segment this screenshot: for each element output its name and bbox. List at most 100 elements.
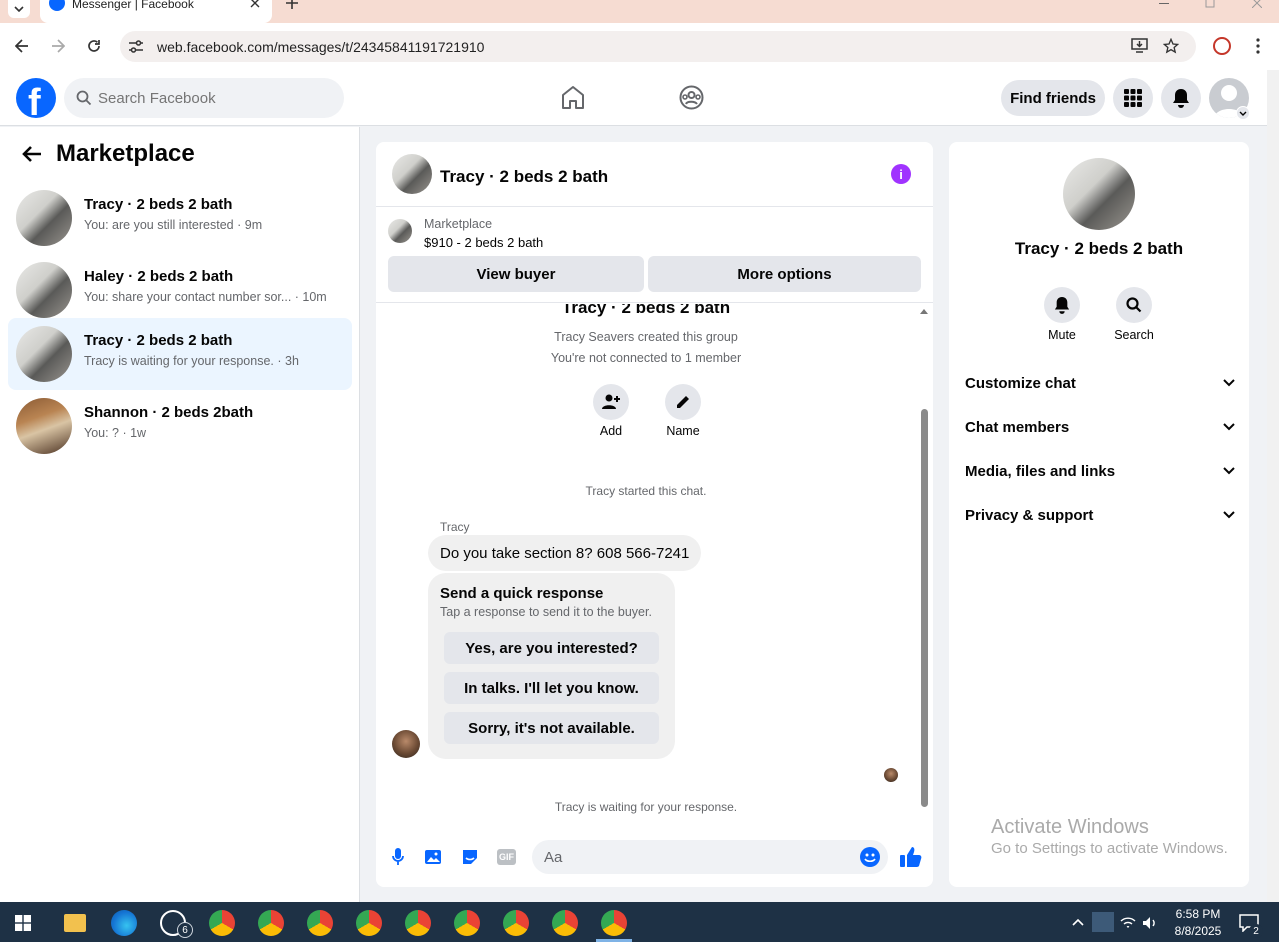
browser-menu-icon[interactable] [1256, 38, 1260, 54]
section-chat-members[interactable]: Chat members [965, 419, 1235, 443]
search-input[interactable] [98, 86, 328, 110]
whatsapp-badge: 6 [177, 922, 193, 938]
section-label: Media, files and links [965, 463, 1116, 480]
sender-avatar[interactable] [392, 730, 420, 758]
more-options-button[interactable]: More options [648, 256, 921, 292]
windows-watermark-subtitle: Go to Settings to activate Windows. [991, 840, 1228, 857]
facebook-favicon-icon [49, 0, 65, 11]
menu-button[interactable] [1113, 78, 1153, 118]
name-label: Name [666, 424, 700, 438]
quick-reply-button[interactable]: Yes, are you interested? [444, 632, 659, 664]
bell-icon [1054, 297, 1070, 314]
info-icon[interactable]: i [891, 164, 911, 184]
group-title: Tracy · 2 beds 2 bath [561, 304, 731, 317]
listing-source: Marketplace [424, 217, 493, 231]
edge-icon[interactable] [111, 910, 137, 936]
message-thread: Tracy · 2 beds 2 bath Tracy Seavers crea… [376, 304, 933, 816]
new-tab-icon[interactable] [286, 0, 298, 9]
facebook-logo-icon[interactable]: f [16, 78, 56, 118]
conversation-item[interactable]: Shannon · 2 beds 2bath You: ? · 1w [8, 390, 352, 462]
section-privacy-support[interactable]: Privacy & support [965, 507, 1235, 531]
tab-list-button[interactable] [8, 0, 30, 18]
active-tab[interactable]: Messenger | Facebook [40, 0, 272, 23]
section-media-files-links[interactable]: Media, files and links [965, 463, 1235, 487]
bell-icon [1173, 89, 1189, 108]
mute-button[interactable] [1044, 287, 1080, 323]
chrome-profile-icon[interactable] [405, 910, 431, 936]
reload-icon[interactable] [87, 39, 101, 53]
chat-title[interactable]: Tracy · 2 beds 2 bath [440, 167, 608, 187]
conversation-item-selected[interactable]: Tracy · 2 beds 2 bath Tracy is waiting f… [8, 318, 352, 390]
windows-start-icon[interactable] [15, 915, 31, 931]
pen-tray-icon[interactable] [1092, 912, 1114, 932]
scrollbar-thumb[interactable] [921, 409, 928, 807]
restore-icon[interactable] [1205, 0, 1215, 8]
chrome-profile-icon[interactable] [552, 910, 578, 936]
conversation-name: Tracy · 2 beds 2 bath [84, 196, 233, 213]
chrome-profile-icon[interactable] [503, 910, 529, 936]
groups-icon[interactable] [679, 85, 704, 110]
chrome-profile-icon[interactable] [307, 910, 333, 936]
section-label: Chat members [965, 419, 1070, 436]
network-icon[interactable] [1120, 916, 1136, 930]
thread-scrollbar[interactable] [918, 304, 930, 814]
minimize-icon[interactable] [1159, 3, 1169, 5]
close-tab-icon[interactable] [250, 0, 260, 8]
chrome-profile-icon[interactable] [258, 910, 284, 936]
forward-arrow-icon[interactable] [51, 39, 65, 53]
install-app-icon[interactable] [1131, 38, 1148, 53]
info-avatar[interactable] [1063, 158, 1135, 230]
search-conversation-button[interactable] [1116, 287, 1152, 323]
quick-response-title: Send a quick response [440, 585, 604, 602]
browser-toolbar: web.facebook.com/messages/t/243458411917… [0, 23, 1279, 70]
chrome-profile-icon[interactable] [454, 910, 480, 936]
clock-time[interactable]: 6:58 PM [1162, 907, 1234, 921]
clock-date[interactable]: 8/8/2025 [1162, 924, 1234, 938]
conversation-item[interactable]: Tracy · 2 beds 2 bath You: are you still… [8, 182, 352, 254]
address-bar[interactable]: web.facebook.com/messages/t/243458411917… [120, 31, 1196, 62]
emoji-icon[interactable] [860, 847, 880, 867]
listing-detail[interactable]: $910 - 2 beds 2 bath [424, 235, 543, 250]
chat-started-text: Tracy started this chat. [585, 484, 707, 498]
account-chevron-icon[interactable] [1236, 106, 1250, 120]
chrome-profile-icon[interactable] [356, 910, 382, 936]
chrome-icon[interactable] [209, 910, 235, 936]
close-window-icon[interactable] [1252, 0, 1262, 8]
photo-icon[interactable] [425, 848, 443, 866]
gif-icon[interactable]: GIF [497, 849, 516, 865]
bookmark-star-icon[interactable] [1163, 38, 1179, 54]
message-bubble[interactable]: Do you take section 8? 608 566-7241 [428, 535, 702, 571]
quick-reply-button[interactable]: Sorry, it's not available. [444, 712, 659, 744]
listing-banner: Marketplace $910 - 2 beds 2 bath View bu… [376, 207, 933, 303]
chevron-down-icon [1223, 423, 1235, 431]
file-explorer-icon[interactable] [64, 914, 86, 932]
notifications-button[interactable] [1161, 78, 1201, 118]
find-friends-button[interactable]: Find friends [1001, 80, 1105, 116]
sticker-icon[interactable] [461, 848, 479, 866]
listing-thumbnail [16, 262, 72, 318]
quick-reply-button[interactable]: In talks. I'll let you know. [444, 672, 659, 704]
chat-avatar[interactable] [392, 154, 432, 194]
search-box[interactable] [64, 78, 344, 118]
section-customize-chat[interactable]: Customize chat [965, 375, 1235, 399]
back-arrow-icon[interactable] [15, 39, 29, 53]
windows-taskbar: 6 6:58 PM 8/8/2025 2 [0, 902, 1279, 942]
home-icon[interactable] [561, 85, 585, 110]
search-icon [1126, 297, 1142, 313]
thumbs-up-icon[interactable] [900, 846, 922, 868]
add-member-button[interactable] [593, 384, 629, 420]
listing-thumbnail [16, 326, 72, 382]
chrome-active-icon[interactable] [601, 910, 627, 936]
back-arrow-icon[interactable] [22, 146, 42, 162]
site-settings-icon[interactable] [129, 40, 143, 53]
view-buyer-button[interactable]: View buyer [388, 256, 644, 292]
message-input[interactable]: Aa [532, 840, 888, 874]
microphone-icon[interactable] [392, 848, 404, 866]
rename-button[interactable] [665, 384, 701, 420]
profile-icon[interactable] [1213, 37, 1231, 55]
page-scrollbar[interactable] [1267, 70, 1279, 902]
scroll-up-arrow-icon[interactable] [920, 308, 928, 314]
tray-overflow-icon[interactable] [1072, 918, 1084, 926]
volume-icon[interactable] [1142, 916, 1158, 930]
conversation-item[interactable]: Haley · 2 beds 2 bath You: share your co… [8, 254, 352, 326]
